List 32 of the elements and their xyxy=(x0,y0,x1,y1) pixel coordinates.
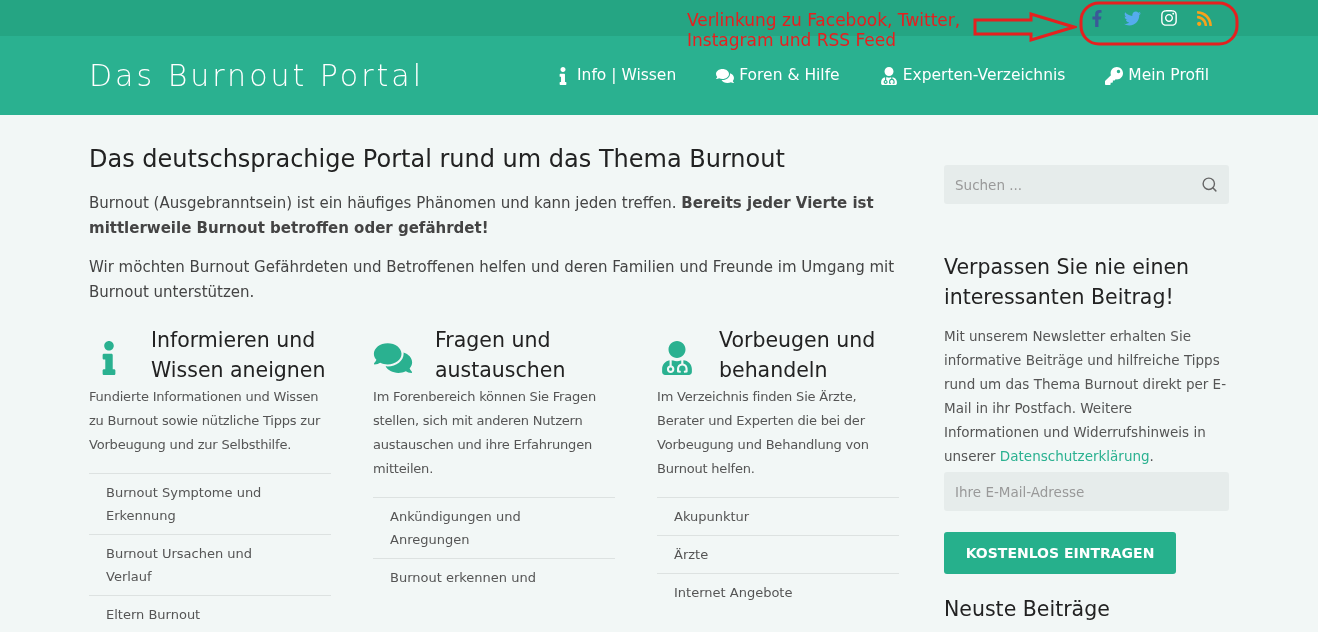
feature-link[interactable]: Burnout Ursachen und Verlauf xyxy=(106,542,281,588)
doctor-icon xyxy=(879,66,898,85)
twitter-icon[interactable] xyxy=(1123,9,1142,27)
facebook-icon[interactable] xyxy=(1089,9,1105,27)
feature-description: Fundierte Informationen und Wissen zu Burnout sowie nützliche Tipps zur Vorbeugung und zur Selbsthilfe. xyxy=(89,388,322,454)
feature-link[interactable]: Burnout Symptome und Erkennung xyxy=(106,481,281,527)
feature-link[interactable]: Internet Angebote xyxy=(674,581,849,604)
annotation-text: Verlinkung zu Facebook, Twitter, Instagram und RSS Feed xyxy=(687,10,961,50)
email-field[interactable]: Ihre E-Mail-Adresse xyxy=(944,472,1229,511)
search-icon[interactable] xyxy=(1201,176,1218,193)
section-heading: Neuste Beiträge xyxy=(944,596,1111,623)
search-field[interactable]: Suchen ... xyxy=(944,165,1229,204)
key-icon xyxy=(1105,66,1124,85)
newsletter-text: Mit unserem Newsletter erhalten Sie informative Beiträge und hilfreiche Tipps rund um das Thema Burnout direkt per E-Mail in ihr Postfach. Weitere Informationen und Widerrufshinweis in unserer Datenschutzerklärung. xyxy=(944,327,1227,466)
chat-bubbles-icon xyxy=(716,66,735,85)
intro-paragraph: Burnout (Ausgebranntsein) ist ein häufiges Phänomen und kann jeden treffen. Bereits jeder Vierte ist mittlerweile Burnout betroffen oder gefährdet! xyxy=(89,193,875,239)
feature-link[interactable]: Ärzte xyxy=(674,543,849,566)
feature-heading: Vorbeugen und behandeln xyxy=(719,327,877,384)
instagram-icon[interactable] xyxy=(1160,9,1178,27)
feature-description: Im Forenbereich können Sie Fragen stellen, sich mit anderen Nutzern austauschen und ihre Erfahrungen mitteilen. xyxy=(373,388,597,478)
feature-link[interactable]: Akupunktur xyxy=(674,505,849,528)
newsletter-heading: Verpassen Sie nie einen interessanten Beitrag! xyxy=(944,254,1191,311)
intro-paragraph: Wir möchten Burnout Gefährdeten und Betroffenen helfen und deren Familien und Freunde im Umgang mit Burnout unterstützen. xyxy=(89,257,896,303)
page-title: Das deutschsprachige Portal rund um das Thema Burnout xyxy=(89,144,786,175)
rss-icon[interactable] xyxy=(1196,9,1213,27)
feature-link[interactable]: Ankündigungen und Anregungen xyxy=(390,505,565,551)
feature-heading: Fragen und austauschen xyxy=(435,327,567,384)
feature-heading: Informieren und Wissen aneignen xyxy=(151,327,327,384)
feature-link[interactable]: Burnout erkennen und xyxy=(390,566,565,589)
feature-description: Im Verzeichnis finden Sie Ärzte, Berater und Experten die bei der Vorbeugung und Behandlung von Burnout helfen. xyxy=(657,388,870,478)
feature-link[interactable]: Eltern Burnout xyxy=(106,603,281,626)
chat-bubbles-icon xyxy=(373,341,413,375)
